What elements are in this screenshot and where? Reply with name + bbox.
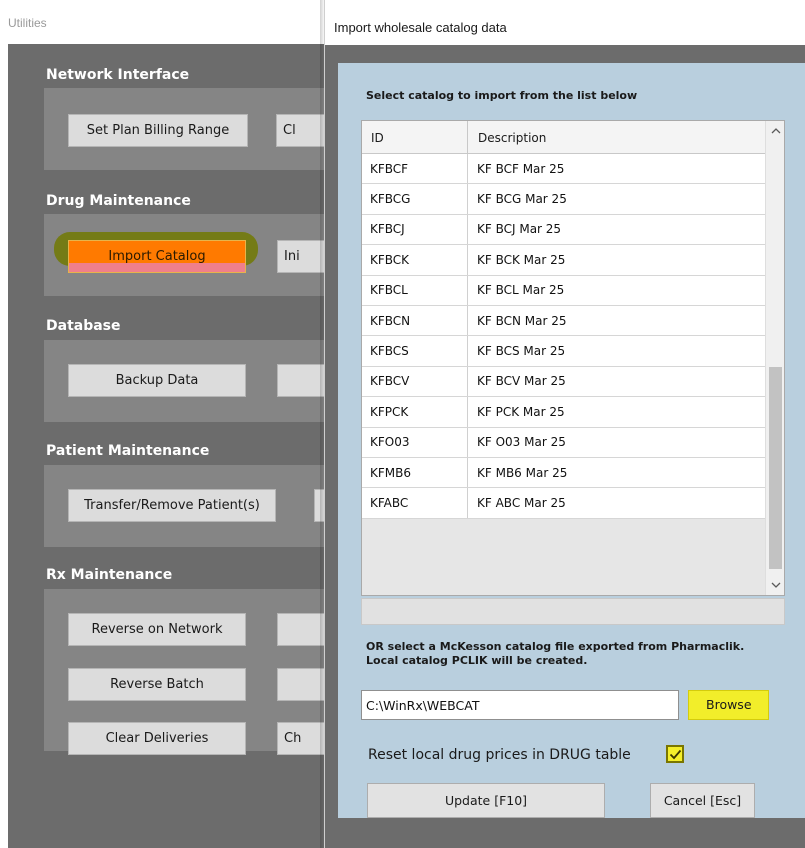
browse-button-label: Browse (706, 697, 752, 712)
grid-rows: KFBCF KF BCF Mar 25 KFBCG KF BCG Mar 25 KF… (362, 154, 766, 519)
section-title-rx-maintenance: Rx Maintenance (46, 567, 173, 583)
backup-data-button[interactable]: Backup Data (68, 364, 246, 397)
table-row[interactable]: KFBCF KF BCF Mar 25 (362, 154, 766, 185)
cell-id: KFBCN (362, 305, 468, 336)
section-title-patient-maintenance: Patient Maintenance (46, 443, 210, 459)
cell-description: KF BCS Mar 25 (477, 344, 566, 359)
reverse-on-network-button[interactable]: Reverse on Network (68, 613, 246, 646)
chevron-up-icon[interactable] (766, 121, 784, 141)
import-catalog-button[interactable]: Import Catalog (68, 240, 246, 273)
cancel-button[interactable]: Cancel [Esc] (650, 783, 755, 818)
cell-description: KF BCF Mar 25 (477, 161, 565, 176)
checkmark-icon (669, 749, 681, 759)
cell-id: KFABC (362, 488, 468, 518)
table-row[interactable]: KFBCN KF BCN Mar 25 (362, 305, 766, 337)
clear-deliveries-button[interactable]: Clear Deliveries (68, 722, 246, 755)
cell-id: KFO03 (362, 427, 468, 457)
column-header-id[interactable]: ID (362, 121, 468, 154)
cell-id: KFBCG (362, 184, 468, 214)
grid-scrollbar[interactable] (765, 121, 784, 595)
table-row[interactable]: KFMB6 KF MB6 Mar 25 (362, 457, 766, 489)
section-title-database: Database (46, 318, 121, 334)
table-row[interactable]: KFBCL KF BCL Mar 25 (362, 275, 766, 306)
table-row[interactable]: KFBCG KF BCG Mar 25 (362, 184, 766, 215)
scrollbar-thumb[interactable] (769, 367, 782, 569)
section-title-drug-maintenance: Drug Maintenance (46, 193, 191, 209)
mckesson-instructions: OR select a McKesson catalog file export… (366, 640, 745, 667)
dialog-title: Import wholesale catalog data (334, 20, 507, 35)
cell-id: KFBCK (362, 245, 468, 275)
table-row[interactable]: KFBCV KF BCV Mar 25 (362, 366, 766, 398)
grid-header: ID Description (362, 121, 766, 154)
import-catalog-button-label: Import Catalog (108, 249, 206, 264)
cell-description: KF BCJ Mar 25 (477, 222, 562, 237)
catalog-grid[interactable]: ID Description KFBCF KF BCF Mar 25 KFBCG K… (361, 120, 785, 596)
cell-id: KFBCL (362, 275, 468, 305)
cell-id: KFMB6 (362, 457, 468, 488)
reverse-batch-button[interactable]: Reverse Batch (68, 668, 246, 701)
screen: Utilities Network Interface Set Plan Bil… (0, 0, 805, 848)
set-plan-billing-range-button[interactable]: Set Plan Billing Range (68, 114, 248, 147)
update-button[interactable]: Update [F10] (367, 783, 605, 818)
utilities-window-title: Utilities (8, 16, 47, 30)
section-title-network-interface: Network Interface (46, 67, 190, 83)
import-dialog: Import wholesale catalog data Select cat… (324, 0, 805, 848)
cell-id: KFBCF (362, 154, 468, 184)
cell-id: KFBCS (362, 336, 468, 366)
grid-status-strip (361, 598, 785, 625)
cell-id: KFPCK (362, 397, 468, 427)
cell-description: KF BCL Mar 25 (477, 283, 565, 298)
table-row[interactable]: KFABC KF ABC Mar 25 (362, 488, 766, 519)
cell-description: KF O03 Mar 25 (477, 435, 566, 450)
reset-prices-label: Reset local drug prices in DRUG table (368, 747, 631, 763)
cell-description: KF PCK Mar 25 (477, 404, 565, 419)
catalog-list-caption: Select catalog to import from the list b… (366, 89, 638, 102)
cell-description: KF BCN Mar 25 (477, 313, 567, 328)
table-row[interactable]: KFO03 KF O03 Mar 25 (362, 427, 766, 458)
cell-description: KF BCK Mar 25 (477, 252, 566, 267)
transfer-remove-patients-button[interactable]: Transfer/Remove Patient(s) (68, 489, 276, 522)
cell-description: KF MB6 Mar 25 (477, 465, 568, 480)
column-header-description[interactable]: Description (468, 121, 766, 154)
table-row[interactable]: KFBCS KF BCS Mar 25 (362, 336, 766, 367)
reset-prices-checkbox[interactable] (666, 745, 684, 763)
table-row[interactable]: KFPCK KF PCK Mar 25 (362, 397, 766, 428)
cell-id: KFBCV (362, 366, 468, 397)
cell-description: KF BCG Mar 25 (477, 192, 567, 207)
cell-id: KFBCJ (362, 214, 468, 245)
chevron-down-icon[interactable] (766, 575, 784, 595)
table-row[interactable]: KFBCJ KF BCJ Mar 25 (362, 214, 766, 246)
cell-description: KF ABC Mar 25 (477, 495, 566, 510)
cell-description: KF BCV Mar 25 (477, 374, 566, 389)
catalog-path-input[interactable] (361, 690, 679, 720)
import-catalog-highlight-bar (69, 263, 245, 272)
table-row[interactable]: KFBCK KF BCK Mar 25 (362, 245, 766, 276)
